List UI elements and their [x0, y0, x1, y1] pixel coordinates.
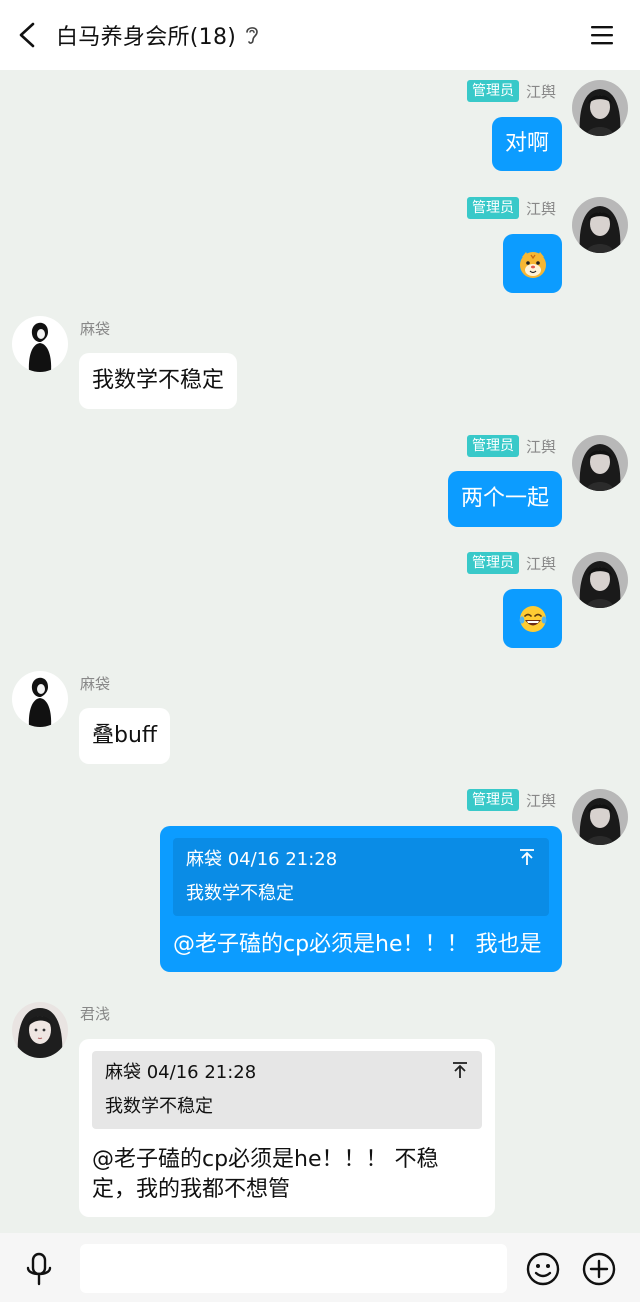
message-bubble[interactable]: 我数学不稳定 [79, 353, 238, 409]
message-bubble[interactable]: 叠buff [79, 708, 171, 764]
sender-line: 管理员 江舆 [466, 435, 556, 457]
chat-title: 白马养身会所(18) [56, 25, 237, 50]
sender-line: 管理员 江舆 [466, 789, 556, 811]
admin-badge: 管理员 [466, 435, 519, 457]
chevron-left-icon[interactable] [16, 22, 40, 48]
avatar[interactable] [572, 789, 628, 845]
message-bubble[interactable]: 两个一起 [447, 471, 562, 527]
jump-to-top-icon[interactable] [451, 1060, 469, 1080]
tiger-face-emoji [519, 251, 546, 278]
ear-icon [246, 27, 258, 44]
sender-name: 君浅 [80, 1005, 111, 1023]
admin-badge: 管理员 [466, 789, 519, 811]
sender-name: 江舆 [525, 554, 556, 573]
sender-name: 江舆 [525, 437, 556, 456]
smiley-icon[interactable] [526, 1252, 560, 1286]
sender-name: 江舆 [525, 82, 556, 101]
message-bubble[interactable]: 对啊 [491, 117, 562, 171]
sender-line: 管理员 江舆 [466, 197, 556, 219]
input-bar [0, 1233, 640, 1302]
sender-line: 管理员 江舆 [466, 552, 556, 574]
jump-to-top-icon[interactable] [518, 847, 536, 867]
plus-circle-icon[interactable] [582, 1252, 616, 1286]
message-bubble[interactable] [503, 589, 562, 648]
quoted-message[interactable]: 麻袋 04/16 21:28 我数学不稳定 [92, 1051, 482, 1129]
avatar[interactable] [572, 197, 628, 253]
hamburger-menu-icon[interactable] [590, 24, 614, 46]
message-text: @老子磕的cp必须是he！！！ 我也是 [173, 932, 542, 957]
quote-text: 我数学不稳定 [105, 1096, 213, 1117]
quote-text: 我数学不稳定 [186, 883, 294, 904]
sender-name: 江舆 [525, 199, 556, 218]
avatar[interactable] [572, 435, 628, 491]
chat-message-list[interactable]: 管理员 江舆 对啊 管理员 江舆 麻袋 我数学不稳定 管理员 江舆 两个一起 管… [0, 70, 640, 1233]
message-input[interactable] [80, 1244, 507, 1293]
sender-name: 麻袋 [80, 675, 111, 693]
message-text: 两个一起 [460, 486, 549, 511]
admin-badge: 管理员 [466, 197, 519, 219]
admin-badge: 管理员 [466, 80, 519, 102]
avatar[interactable] [572, 552, 628, 608]
message-text: 我数学不稳定 [92, 368, 225, 393]
quote-author-time: 麻袋 04/16 21:28 [105, 1062, 257, 1083]
avatar[interactable] [572, 80, 628, 136]
laughing-tears-emoji [519, 605, 546, 632]
chat-title-group: 白马养身会所(18) [56, 21, 260, 50]
microphone-icon[interactable] [24, 1252, 54, 1286]
quoted-message[interactable]: 麻袋 04/16 21:28 我数学不稳定 [173, 838, 549, 916]
message-text-line: 定，我的我都不想管 [92, 1177, 291, 1202]
message-text: 对啊 [504, 131, 549, 156]
message-text: 叠buff [92, 723, 158, 748]
top-bar: 白马养身会所(18) [0, 0, 640, 70]
avatar[interactable] [12, 316, 68, 372]
sender-line: 管理员 江舆 [466, 80, 556, 102]
admin-badge: 管理员 [466, 552, 519, 574]
quote-author-time: 麻袋 04/16 21:28 [186, 849, 338, 870]
message-bubble[interactable] [503, 234, 562, 293]
message-text-line: @老子磕的cp必须是he！！！ 不稳 [92, 1147, 439, 1172]
avatar[interactable] [12, 1002, 68, 1058]
message-bubble[interactable]: 麻袋 04/16 21:28 我数学不稳定 @老子磕的cp必须是he！！！ 我也… [160, 826, 562, 972]
sender-name: 麻袋 [80, 320, 111, 338]
message-text: @老子磕的cp必须是he！！！ 不稳 定，我的我都不想管 [92, 1145, 482, 1205]
message-bubble[interactable]: 麻袋 04/16 21:28 我数学不稳定 @老子磕的cp必须是he！！！ 不稳… [79, 1039, 495, 1217]
avatar[interactable] [12, 671, 68, 727]
sender-name: 江舆 [525, 791, 556, 810]
